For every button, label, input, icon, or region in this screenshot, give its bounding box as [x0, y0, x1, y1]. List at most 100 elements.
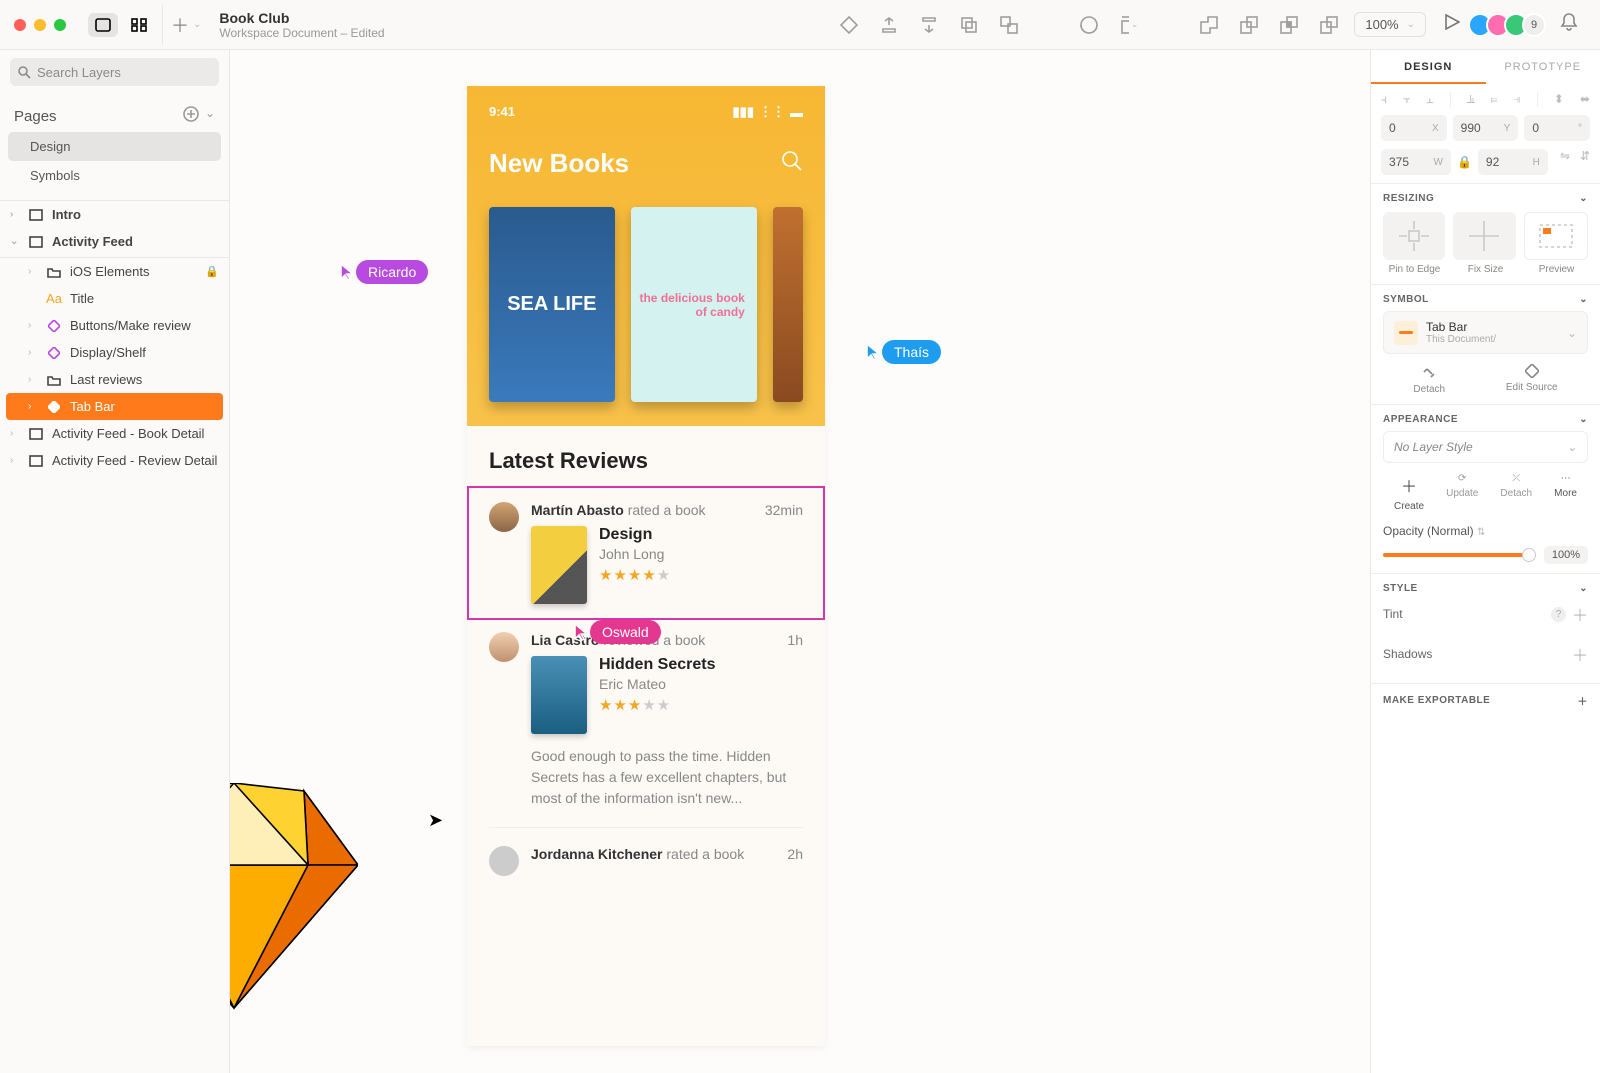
rotation-input[interactable]: 0°: [1524, 115, 1590, 141]
folder-icon: [46, 266, 62, 278]
collapse-pages-icon[interactable]: ⌄: [205, 106, 215, 126]
collapse-icon[interactable]: ⌄: [1579, 193, 1588, 204]
align-center-h-icon[interactable]: ⫟: [1403, 92, 1410, 107]
canvas[interactable]: 9:41 ▮▮▮⋮⋮▬ New Books SEA LIFE the delic…: [230, 50, 1370, 1073]
difference-icon[interactable]: [1320, 16, 1338, 34]
preview-button[interactable]: [1524, 212, 1588, 260]
layer-row[interactable]: ›Buttons/Make review: [0, 312, 229, 339]
align-right-icon[interactable]: ⫠: [1426, 92, 1433, 107]
pin-edge-button[interactable]: [1383, 212, 1445, 260]
add-shadow-icon[interactable]: ＋: [1572, 642, 1588, 666]
align-left-icon[interactable]: ⫞: [1381, 92, 1387, 107]
opacity-input[interactable]: 100%: [1544, 546, 1588, 564]
width-input[interactable]: 375W: [1381, 149, 1451, 175]
tab-design[interactable]: DESIGN: [1371, 50, 1486, 84]
intersect-icon[interactable]: [1280, 16, 1298, 34]
layer-row-selected[interactable]: ›Tab Bar: [6, 393, 223, 420]
avatar: [489, 632, 519, 662]
lock-aspect-icon[interactable]: 🔒: [1457, 149, 1472, 175]
collab-cursor: Thaís: [866, 340, 941, 364]
align-bottom-icon[interactable]: ⫣: [1514, 92, 1521, 107]
detach-button[interactable]: Detach: [1413, 364, 1445, 395]
y-input[interactable]: 990Y: [1453, 115, 1519, 141]
collapse-icon[interactable]: ⌄: [1579, 414, 1588, 425]
insert-button[interactable]: ＋ ⌄: [171, 12, 201, 38]
opacity-slider[interactable]: [1383, 553, 1536, 557]
close-window[interactable]: [14, 19, 26, 31]
align-top-icon[interactable]: ⫡: [1467, 92, 1475, 107]
layer-row[interactable]: ›Display/Shelf: [0, 339, 229, 366]
collaborator-avatars[interactable]: 9: [1474, 13, 1546, 37]
align-middle-icon[interactable]: ⫢: [1491, 92, 1498, 107]
scale-icon[interactable]: ⌄: [1120, 16, 1138, 34]
search-input[interactable]: Search Layers: [10, 58, 219, 86]
more-style-button[interactable]: ⋯More: [1554, 473, 1577, 512]
layer-row[interactable]: ›iOS Elements🔒: [0, 258, 229, 285]
layer-row[interactable]: ›Last reviews: [0, 366, 229, 393]
align-controls: ⫞ ⫟ ⫠ ⫡ ⫢ ⫣ ⬍ ⬌: [1371, 84, 1600, 115]
height-input[interactable]: 92H: [1478, 149, 1548, 175]
artboard[interactable]: 9:41 ▮▮▮⋮⋮▬ New Books SEA LIFE the delic…: [467, 86, 825, 1046]
notifications-icon[interactable]: [1560, 12, 1578, 37]
symbol-thumb-icon: [1394, 321, 1418, 345]
distribute-h-icon[interactable]: ⬍: [1554, 92, 1564, 107]
layer-row[interactable]: ›Activity Feed - Review Detail: [0, 447, 229, 474]
collapse-icon[interactable]: ⌄: [1579, 294, 1588, 305]
maximize-window[interactable]: [54, 19, 66, 31]
distribute-v-icon[interactable]: ⬌: [1580, 92, 1590, 107]
book-cover[interactable]: [773, 207, 803, 402]
review-card[interactable]: Lia Castro reviewed a book1h Hidden Secr…: [467, 630, 825, 827]
subtract-icon[interactable]: [1240, 16, 1258, 34]
avatar: [489, 502, 519, 532]
x-input[interactable]: 0X: [1381, 115, 1447, 141]
lock-icon[interactable]: 🔒: [205, 265, 219, 278]
update-style-button[interactable]: ⟳Update: [1446, 473, 1478, 512]
book-cover[interactable]: SEA LIFE: [489, 207, 615, 402]
group-icon[interactable]: [960, 16, 978, 34]
backward-icon[interactable]: [920, 16, 938, 34]
avatar: [489, 846, 519, 876]
avatar-count[interactable]: 9: [1522, 13, 1546, 37]
add-page-icon[interactable]: [183, 106, 199, 126]
book-cover[interactable]: the delicious book of candy: [631, 207, 757, 402]
canvas-view-icon[interactable]: [88, 13, 118, 37]
add-export-icon[interactable]: ＋: [1578, 693, 1589, 708]
flip-v-icon[interactable]: ⇵: [1580, 149, 1590, 175]
ungroup-icon[interactable]: [1000, 16, 1018, 34]
symbol-icon: [46, 320, 62, 332]
create-style-button[interactable]: ＋Create: [1394, 473, 1424, 512]
tint-row[interactable]: Tint?＋: [1383, 594, 1588, 634]
layer-row[interactable]: ⌄Activity Feed: [0, 228, 229, 255]
rating-stars: ★★★★★: [599, 566, 671, 584]
collab-cursor: Oswald: [574, 620, 661, 644]
detach-style-button[interactable]: ⤫Detach: [1500, 473, 1532, 512]
shadows-row[interactable]: Shadows＋: [1383, 634, 1588, 674]
layer-row[interactable]: ›Activity Feed - Book Detail: [0, 420, 229, 447]
shape-tool-icon[interactable]: [840, 16, 858, 34]
add-tint-icon[interactable]: ＋: [1572, 602, 1588, 626]
fix-size-button[interactable]: [1453, 212, 1515, 260]
flip-h-icon[interactable]: ⇋: [1560, 149, 1570, 175]
play-icon[interactable]: [1444, 14, 1460, 35]
minimize-window[interactable]: [34, 19, 46, 31]
review-card-selected[interactable]: Martín Abasto rated a book32min Design J…: [467, 486, 825, 620]
layer-row[interactable]: AaTitle: [0, 285, 229, 312]
union-icon[interactable]: [1200, 16, 1218, 34]
grid-view-icon[interactable]: [124, 13, 154, 37]
edit-source-button[interactable]: Edit Source: [1506, 364, 1558, 395]
page-item[interactable]: Design: [8, 132, 221, 161]
page-item[interactable]: Symbols: [8, 161, 221, 190]
forward-icon[interactable]: [880, 16, 898, 34]
review-card[interactable]: Jordanna Kitchener rated a book2h: [467, 844, 825, 894]
collapse-icon[interactable]: ⌄: [1579, 583, 1588, 594]
zoom-dropdown[interactable]: 100%⌄: [1354, 12, 1426, 37]
search-icon[interactable]: [781, 150, 803, 177]
toolbar: ＋ ⌄ Book Club Workspace Document – Edite…: [0, 0, 1600, 50]
book-thumb: [531, 526, 587, 604]
mask-icon[interactable]: [1080, 16, 1098, 34]
symbol-selector[interactable]: Tab BarThis Document/ ⌄: [1383, 311, 1588, 354]
layer-style-dropdown[interactable]: No Layer Style⌄: [1383, 431, 1588, 463]
tab-prototype[interactable]: PROTOTYPE: [1486, 50, 1600, 84]
layer-row[interactable]: ›Intro: [0, 201, 229, 228]
document-title[interactable]: Book Club Workspace Document – Edited: [219, 10, 384, 40]
